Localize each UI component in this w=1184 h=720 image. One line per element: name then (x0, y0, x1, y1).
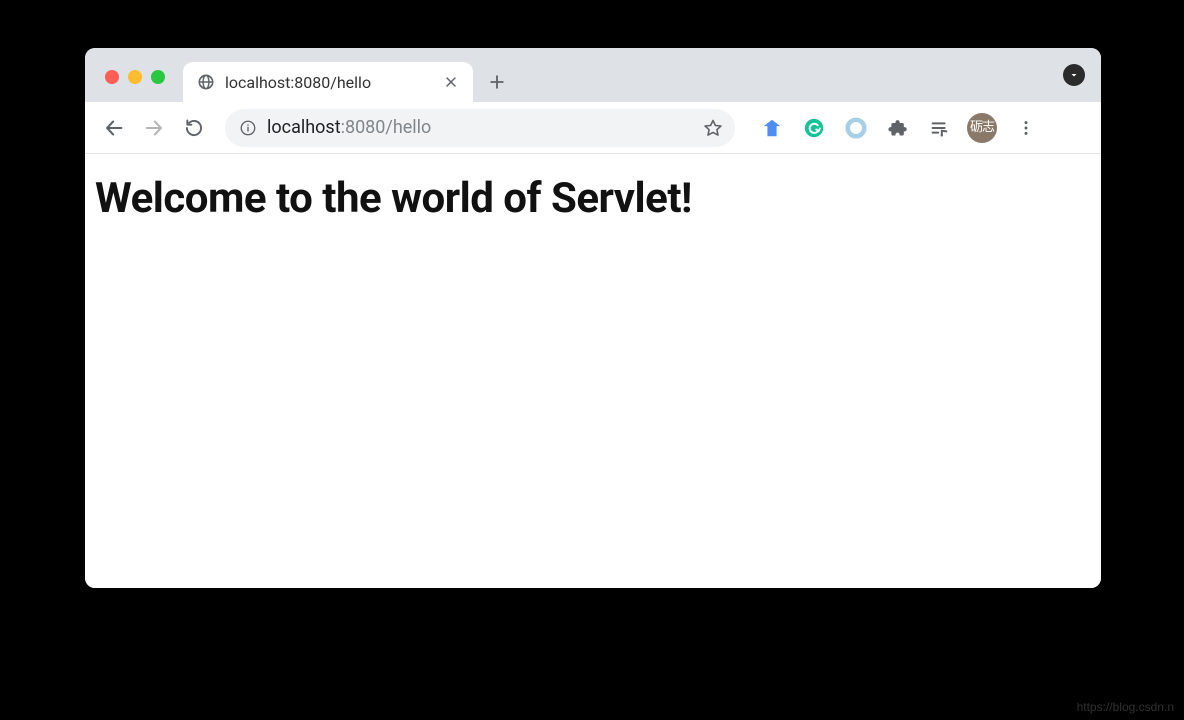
extension-capture-icon[interactable] (757, 113, 787, 143)
profile-avatar[interactable]: 砺志 (967, 113, 997, 143)
extensions-row: 砺志 (757, 111, 1043, 145)
browser-tab[interactable]: localhost:8080/hello (183, 62, 473, 102)
site-info-icon[interactable] (239, 119, 257, 137)
omnibox[interactable]: localhost:8080/hello (225, 109, 735, 147)
watermark-text: https://blog.csdn.n (1077, 700, 1174, 714)
new-tab-button[interactable] (479, 64, 515, 100)
extension-ring-icon[interactable] (841, 113, 871, 143)
page-content: Welcome to the world of Servlet! (85, 154, 1101, 588)
tab-strip-right (1063, 64, 1085, 86)
omnibox-url: localhost:8080/hello (267, 117, 431, 138)
tab-close-button[interactable] (443, 74, 459, 90)
tab-strip: localhost:8080/hello (85, 48, 1101, 102)
globe-icon (197, 73, 215, 91)
extension-grammarly-icon[interactable] (799, 113, 829, 143)
account-dropdown-button[interactable] (1063, 64, 1085, 86)
tab-title: localhost:8080/hello (225, 73, 433, 92)
page-heading: Welcome to the world of Servlet! (95, 174, 1091, 223)
forward-button[interactable] (137, 111, 171, 145)
window-maximize-button[interactable] (151, 70, 165, 84)
media-control-icon[interactable] (925, 113, 955, 143)
back-button[interactable] (97, 111, 131, 145)
toolbar: localhost:8080/hello 砺 (85, 102, 1101, 154)
reload-button[interactable] (177, 111, 211, 145)
browser-menu-button[interactable] (1009, 111, 1043, 145)
omnibox-url-host: localhost (267, 117, 341, 138)
avatar-text: 砺志 (970, 113, 994, 143)
browser-window: localhost:8080/hello (85, 48, 1101, 588)
omnibox-url-path: :8080/hello (341, 117, 432, 138)
traffic-lights (99, 70, 183, 102)
window-close-button[interactable] (105, 70, 119, 84)
extensions-puzzle-icon[interactable] (883, 113, 913, 143)
window-minimize-button[interactable] (128, 70, 142, 84)
bookmark-star-icon[interactable] (703, 118, 723, 138)
